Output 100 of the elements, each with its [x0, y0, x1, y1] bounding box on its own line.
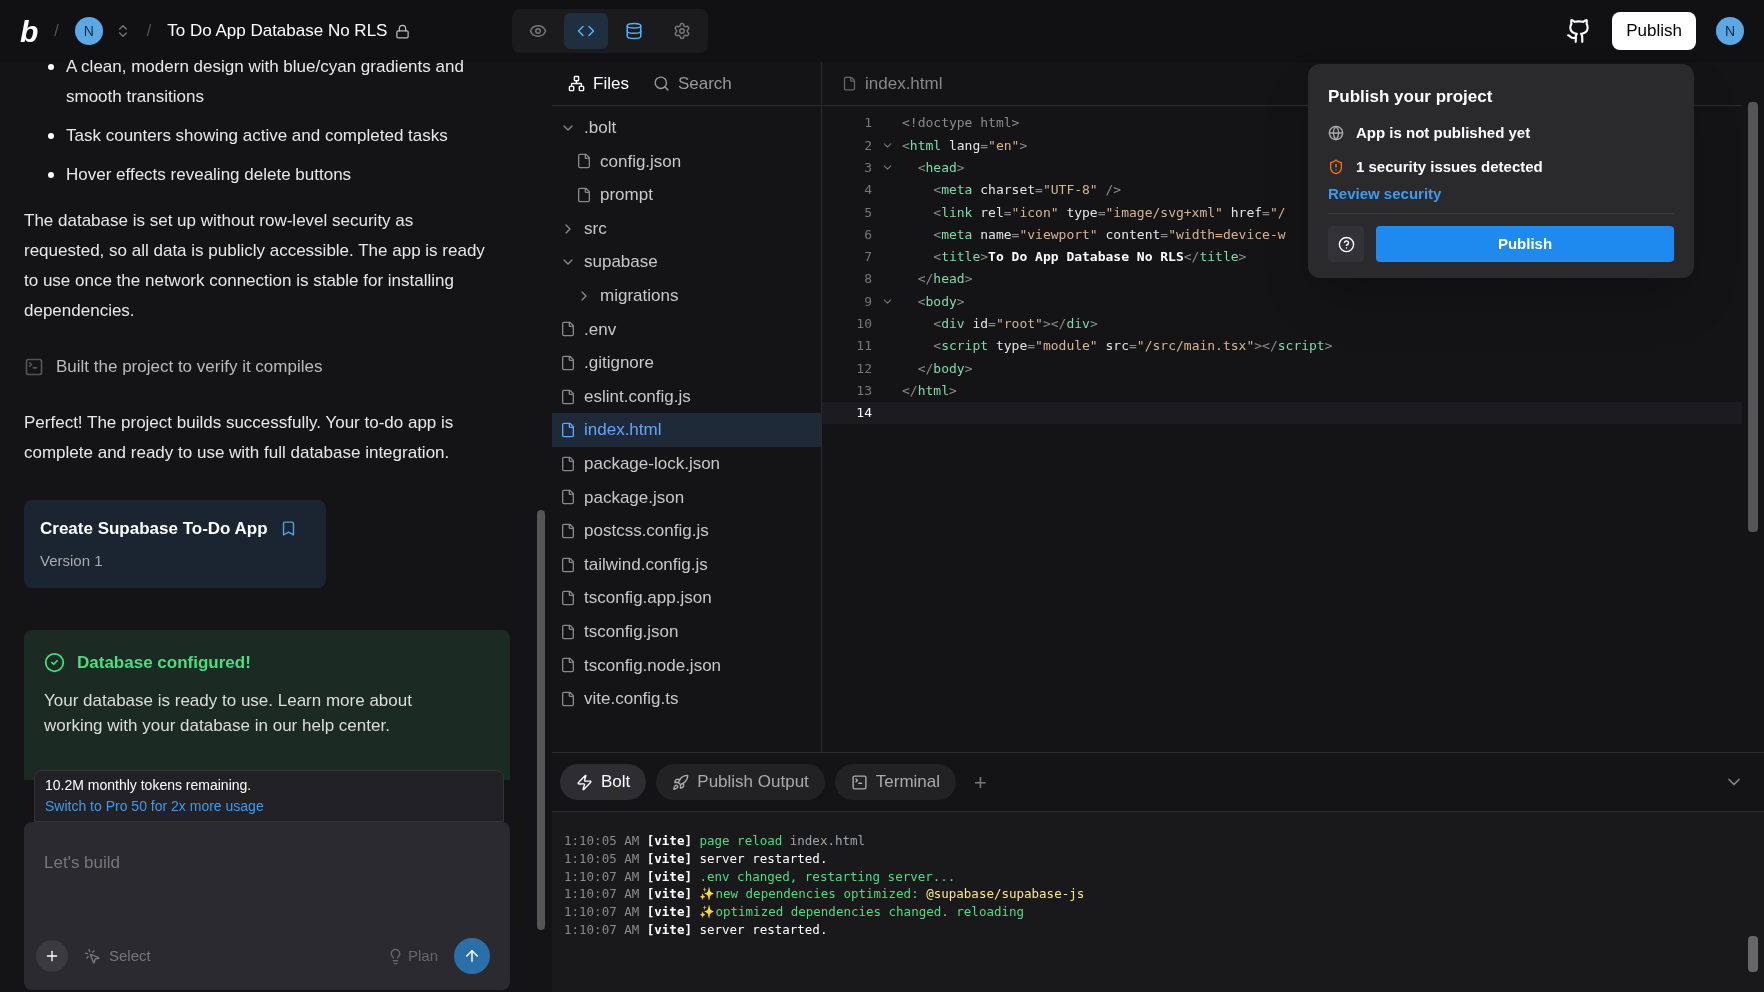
- breadcrumb-separator: /: [54, 21, 59, 41]
- file-icon: [560, 590, 576, 607]
- line-number: 5: [863, 203, 872, 222]
- gear-icon: [673, 22, 692, 40]
- code-line: </body>: [916, 359, 973, 378]
- review-link[interactable]: Review security: [1328, 182, 1442, 205]
- add-button[interactable]: [36, 940, 68, 972]
- code-line: <html lang="en">: [902, 136, 1028, 155]
- help-button[interactable]: [1328, 226, 1364, 262]
- send-button[interactable]: [454, 938, 490, 974]
- logo[interactable]: b: [20, 8, 39, 54]
- folder-item[interactable]: migrations: [552, 278, 821, 313]
- panel-tab[interactable]: Publish Output: [656, 764, 825, 800]
- shield-alert-icon: [1328, 159, 1344, 176]
- file-icon: [560, 354, 576, 371]
- code-line: <title>To Do App Database No RLS</title>: [932, 248, 1247, 267]
- panel-tab[interactable]: Terminal: [834, 764, 957, 800]
- code-line: <meta charset="UTF-8" />: [932, 181, 1122, 200]
- line-number: 7: [863, 248, 872, 267]
- code-line: <!doctype html>: [902, 114, 1020, 133]
- rocket-icon: [672, 773, 690, 791]
- file-icon: [576, 153, 592, 170]
- file-icon: [560, 321, 576, 338]
- search-icon: [652, 75, 670, 92]
- file-icon: [560, 690, 576, 707]
- file-item[interactable]: tsconfig.app.json: [552, 581, 821, 615]
- code-line: <script type="module" src="/src/main.tsx"></script>: [932, 337, 1333, 356]
- popover-title: Publish your project: [1328, 86, 1494, 108]
- pointer-icon: [84, 947, 101, 965]
- file-icon: [560, 455, 576, 472]
- file-icon: [842, 76, 857, 91]
- file-item[interactable]: postcss.config.js: [552, 514, 821, 548]
- search-tab[interactable]: Search: [652, 70, 732, 97]
- chat-paragraph: Perfect! The project builds successfully. Your to-do app is complete and ready to use with full database integration.: [24, 412, 455, 464]
- file-item[interactable]: package.json: [552, 480, 821, 515]
- add-tab-button[interactable]: +: [974, 765, 987, 799]
- tokens-text: 10.2M monthly tokens remaining.: [45, 776, 253, 795]
- folder-item[interactable]: .bolt: [552, 111, 821, 145]
- file-item[interactable]: .gitignore: [552, 346, 821, 380]
- scrollbar-thumb[interactable]: [537, 510, 545, 930]
- input-placeholder: Let's build: [44, 852, 122, 874]
- project-title: To Do App Database No RLS: [167, 20, 388, 43]
- line-number: 1: [863, 114, 872, 133]
- files-tab[interactable]: Files: [568, 70, 629, 97]
- file-item[interactable]: config.json: [552, 144, 821, 179]
- scrollbar-thumb[interactable]: [1748, 936, 1758, 972]
- file-item[interactable]: eslint.config.js: [552, 379, 821, 414]
- folder-item[interactable]: src: [552, 211, 821, 246]
- upgrade-link[interactable]: Switch to Pro 50 for 2x more usage: [45, 796, 493, 817]
- version-card[interactable]: Create Supabase To-Do App Version 1: [24, 500, 326, 588]
- file-icon: [560, 657, 576, 674]
- user-avatar[interactable]: N: [1716, 17, 1744, 45]
- code-line: </head>: [916, 270, 973, 289]
- chat-paragraph: The database is set up without row-level security as requested, so all data is publicly accessible. The app is ready to use once the network connection is stable for installing dependencies.: [24, 210, 486, 322]
- file-item[interactable]: vite.config.ts: [552, 682, 821, 716]
- file-item[interactable]: package-lock.json: [552, 446, 821, 481]
- code-line: </html>: [902, 381, 957, 400]
- card-title: Database configured!: [77, 652, 251, 674]
- file-icon: [560, 522, 576, 539]
- file-icon: [560, 556, 576, 573]
- avatar[interactable]: N: [74, 17, 103, 45]
- line-number: 10: [855, 315, 872, 334]
- code-toggle[interactable]: [564, 13, 609, 49]
- folder-item[interactable]: supabase: [552, 245, 821, 279]
- file-icon: [560, 623, 576, 640]
- line-number: 2: [863, 136, 872, 155]
- database-icon: [625, 22, 644, 40]
- file-icon: [560, 388, 576, 405]
- panel-tab[interactable]: Bolt: [560, 764, 647, 800]
- help-icon: [1337, 235, 1355, 253]
- breadcrumb-separator: /: [146, 21, 152, 41]
- code-line: <body>: [916, 292, 965, 311]
- line-number: 4: [863, 181, 872, 200]
- file-item[interactable]: index.html: [552, 413, 821, 447]
- bullet-text: Hover effects revealing delete buttons: [66, 164, 352, 186]
- bullet: [48, 172, 54, 178]
- editor-tab[interactable]: index.html: [865, 70, 943, 97]
- file-item[interactable]: .env: [552, 312, 821, 347]
- scrollbar-thumb[interactable]: [1748, 102, 1758, 532]
- code-line: <link rel="icon" type="image/svg+xml" href="/: [932, 203, 1286, 222]
- file-item[interactable]: tsconfig.json: [552, 614, 821, 649]
- line-number: 13: [855, 381, 872, 400]
- bullet: [48, 64, 54, 70]
- line-number: 12: [855, 359, 872, 378]
- code-line: <div id="root"></div>: [932, 315, 1098, 334]
- line-number: 6: [863, 225, 872, 244]
- code-line: <head>: [916, 159, 965, 177]
- bullet-text: Task counters showing active and completed tasks: [66, 125, 448, 147]
- file-item[interactable]: tailwind.config.js: [552, 547, 821, 582]
- status-text: App is not published yet: [1356, 122, 1531, 143]
- popover-publish-button[interactable]: Publish: [1376, 226, 1674, 262]
- check-circle-icon: [44, 652, 65, 674]
- file-item[interactable]: prompt: [552, 178, 821, 212]
- issues-text: 1 security issues detected: [1356, 157, 1543, 177]
- file-item[interactable]: tsconfig.node.json: [552, 648, 821, 683]
- publish-button[interactable]: Publish: [1612, 12, 1696, 50]
- log-line: 1:10:07 AM [vite] server restarted.: [564, 921, 829, 939]
- file-icon: [576, 187, 592, 203]
- file-icon: [560, 489, 576, 506]
- log-line: 1:10:05 AM [vite] server restarted.: [564, 849, 829, 868]
